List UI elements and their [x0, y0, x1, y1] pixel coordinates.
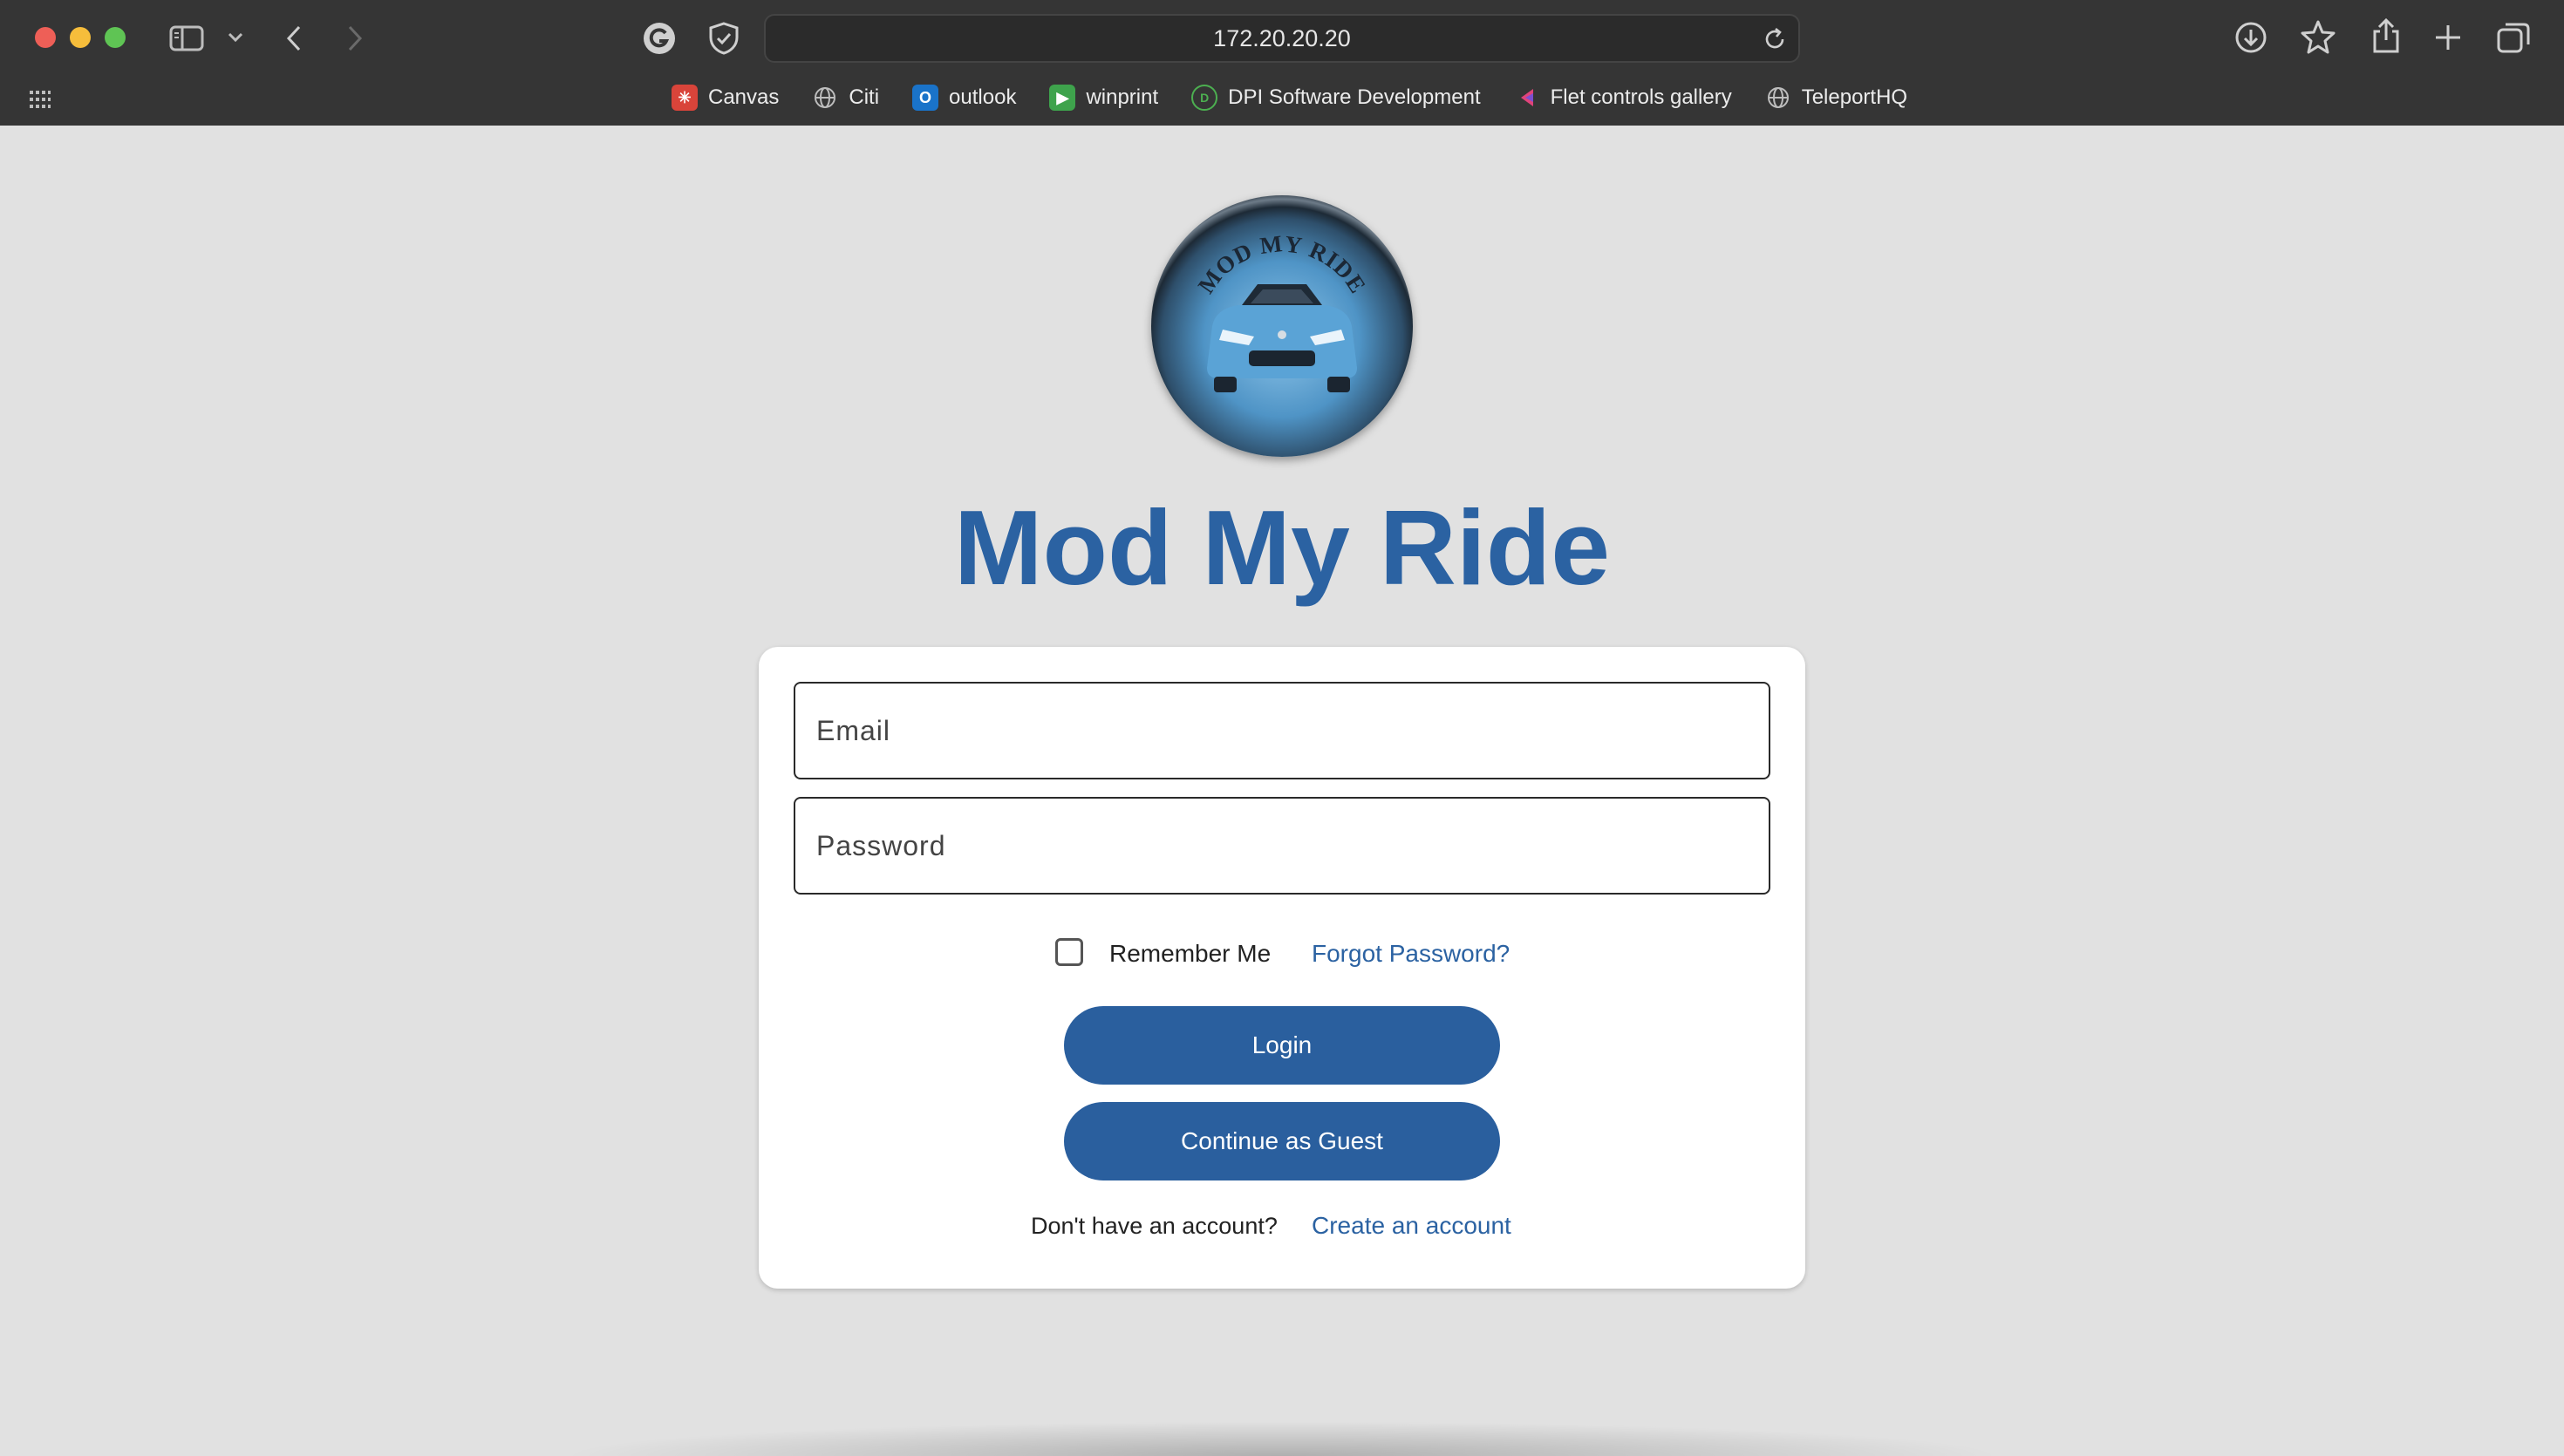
globe-icon	[812, 85, 838, 111]
grammarly-extension-icon[interactable]	[642, 21, 677, 56]
bookmark-winprint[interactable]: ▶ winprint	[1049, 85, 1158, 111]
forgot-password-link[interactable]: Forgot Password?	[1312, 938, 1510, 970]
bookmark-label: Canvas	[708, 85, 780, 109]
bookmark-label: Citi	[849, 85, 880, 109]
password-field[interactable]	[794, 797, 1770, 895]
share-icon[interactable]	[2370, 17, 2402, 54]
car-icon	[1207, 284, 1357, 392]
bookmark-canvas[interactable]: ✳ Canvas	[672, 85, 779, 111]
login-button[interactable]: Login	[1064, 1006, 1500, 1085]
address-bar[interactable]: 172.20.20.20	[764, 14, 1800, 63]
globe-icon	[1765, 85, 1791, 111]
url-text: 172.20.20.20	[1213, 25, 1351, 51]
bookmark-flet[interactable]: Flet controls gallery	[1514, 85, 1732, 111]
canvas-icon: ✳	[672, 85, 698, 111]
flet-icon	[1514, 85, 1540, 111]
bookmark-label: outlook	[949, 85, 1017, 109]
close-window-button[interactable]	[35, 27, 56, 48]
login-card: Remember Me Forgot Password? Login Conti…	[759, 647, 1805, 1289]
bookmark-outlook[interactable]: O outlook	[912, 85, 1016, 111]
bookmark-dpi[interactable]: D DPI Software Development	[1191, 85, 1481, 111]
bookmark-label: winprint	[1086, 85, 1159, 109]
tab-overview-icon[interactable]	[2496, 21, 2531, 54]
create-account-link[interactable]: Create an account	[1312, 1208, 1511, 1243]
outlook-icon: O	[912, 85, 939, 111]
bookmark-label: DPI Software Development	[1228, 85, 1481, 109]
dpi-icon: D	[1191, 85, 1218, 111]
chevron-down-icon[interactable]	[227, 31, 244, 44]
bookmark-citi[interactable]: Citi	[812, 85, 879, 111]
continue-as-guest-button[interactable]: Continue as Guest	[1064, 1102, 1500, 1180]
signup-row: Don't have an account? Create an account	[759, 1208, 1805, 1243]
app-logo: MOD MY RIDE	[1151, 195, 1413, 457]
bookmark-teleporthq[interactable]: TeleportHQ	[1765, 85, 1907, 111]
shield-extension-icon[interactable]	[706, 21, 741, 56]
zoom-window-button[interactable]	[105, 27, 126, 48]
bookmark-label: Flet controls gallery	[1550, 85, 1732, 109]
bookmark-star-icon[interactable]	[2301, 19, 2336, 54]
browser-toolbar: 172.20.20.20 ✳ Canvas Citi O outlook ▶ w…	[0, 0, 2564, 126]
remember-me-checkbox[interactable]	[1055, 938, 1083, 966]
remember-row: Remember Me Forgot Password?	[759, 931, 1805, 976]
sidebar-toggle-icon[interactable]	[169, 24, 204, 52]
signup-question: Don't have an account?	[1031, 1213, 1278, 1239]
bookmark-label: TeleportHQ	[1801, 85, 1908, 109]
bookmarks-bar: ✳ Canvas Citi O outlook ▶ winprint D DPI…	[672, 80, 1907, 115]
email-field[interactable]	[794, 682, 1770, 779]
reload-icon[interactable]	[1762, 26, 1788, 57]
back-icon[interactable]	[284, 24, 303, 52]
apps-grid-icon[interactable]	[30, 91, 51, 112]
downloads-icon[interactable]	[2234, 21, 2267, 54]
forward-icon[interactable]	[345, 24, 365, 52]
winprint-icon: ▶	[1049, 85, 1076, 111]
bottom-shadow	[558, 1421, 2006, 1456]
remember-me-label[interactable]: Remember Me	[1109, 938, 1271, 970]
minimize-window-button[interactable]	[70, 27, 91, 48]
new-tab-icon[interactable]	[2433, 23, 2463, 52]
app-title: Mod My Ride	[953, 488, 1611, 607]
